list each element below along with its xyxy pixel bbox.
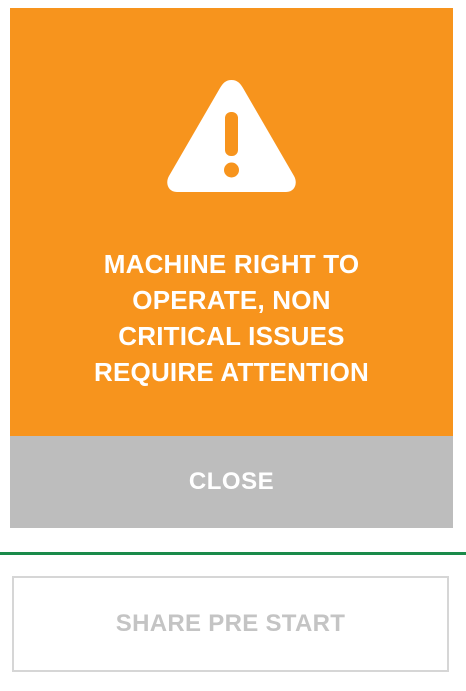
alert-message-line: CRITICAL ISSUES — [118, 321, 345, 351]
warning-triangle-icon — [167, 80, 296, 192]
close-button[interactable]: CLOSE — [10, 436, 453, 528]
alert-message: MACHINE RIGHT TO OPERATE, NON CRITICAL I… — [30, 246, 433, 390]
alert-message-line: MACHINE RIGHT TO — [103, 249, 360, 279]
alert-message-line: REQUIRE ATTENTION — [94, 357, 369, 387]
alert-message-line: OPERATE, NON — [132, 285, 331, 315]
divider — [0, 552, 466, 555]
share-pre-start-button[interactable]: SHARE PRE START — [12, 576, 449, 672]
alert-panel: MACHINE RIGHT TO OPERATE, NON CRITICAL I… — [10, 8, 453, 436]
alert-dialog: MACHINE RIGHT TO OPERATE, NON CRITICAL I… — [10, 8, 453, 528]
